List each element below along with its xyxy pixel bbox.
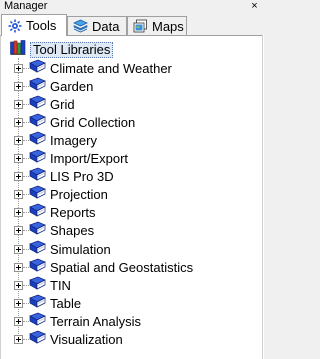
book-icon — [29, 221, 46, 240]
book-icon — [29, 258, 46, 277]
expand-plus-icon[interactable] — [14, 316, 23, 326]
expand-plus-icon[interactable] — [14, 298, 23, 308]
tab-maps[interactable]: Maps — [127, 16, 187, 35]
panel-edge — [262, 35, 264, 359]
tree-item-label: Import/Export — [50, 151, 129, 166]
tree-item[interactable]: Terrain Analysis — [14, 312, 141, 330]
book-icon — [29, 167, 46, 186]
tree-item-label: Terrain Analysis — [50, 313, 142, 329]
tree-item-label: Garden — [50, 78, 94, 94]
expand-plus-icon[interactable] — [14, 244, 23, 254]
book-icon — [29, 149, 46, 168]
tree-item[interactable]: TIN — [14, 276, 71, 294]
book-icon — [29, 95, 46, 114]
data-icon — [73, 19, 88, 33]
tab-maps-label: Maps — [152, 18, 184, 34]
expand-plus-icon[interactable] — [14, 335, 23, 344]
book-icon — [29, 77, 46, 96]
book-icon — [29, 185, 46, 204]
expand-plus-icon[interactable] — [14, 117, 23, 127]
tree-item-label: Visualization — [50, 332, 123, 347]
tree-item[interactable]: Garden — [14, 77, 93, 95]
tree-item[interactable]: Projection — [14, 185, 108, 204]
tree-item-label: TIN — [50, 277, 71, 293]
tree-root-label: Tool Libraries — [30, 42, 114, 58]
tools-icon — [8, 19, 22, 33]
tree-item-label: Climate and Weather — [50, 60, 172, 76]
expand-plus-icon[interactable] — [14, 135, 23, 145]
expand-plus-icon[interactable] — [14, 172, 23, 182]
close-button[interactable]: × — [249, 1, 260, 12]
tree-item[interactable]: Grid — [14, 95, 75, 113]
tree-item[interactable]: Table — [14, 294, 81, 312]
expand-plus-icon[interactable] — [14, 190, 23, 200]
expand-plus-icon[interactable] — [14, 208, 23, 218]
tree-item[interactable]: Shapes — [14, 222, 94, 240]
tree-item[interactable]: Reports — [14, 203, 96, 222]
book-icon — [29, 276, 46, 295]
tree-item-label: Grid — [50, 96, 75, 112]
tree-item[interactable]: Visualization — [14, 330, 123, 349]
library-books-icon — [10, 40, 26, 60]
expand-plus-icon[interactable] — [14, 154, 23, 163]
tree-item-label: Reports — [50, 205, 96, 221]
tree-item-label: Projection — [50, 187, 108, 203]
book-icon — [29, 294, 46, 313]
tab-data-label: Data — [92, 18, 120, 34]
expand-plus-icon[interactable] — [14, 99, 23, 109]
tree-item[interactable]: LIS Pro 3D — [14, 167, 114, 186]
expand-plus-icon[interactable] — [14, 262, 23, 272]
manager-panel: Manager × Tools Data Maps Tool Libraries… — [0, 0, 264, 359]
tree-item[interactable]: Imagery — [14, 131, 97, 149]
book-icon — [29, 330, 46, 349]
maps-icon — [133, 19, 148, 33]
tab-data[interactable]: Data — [67, 16, 127, 35]
book-icon — [29, 203, 46, 222]
tree-root-tool-libraries[interactable]: Tool Libraries — [10, 40, 114, 60]
tree-item[interactable]: Climate and Weather — [14, 59, 172, 77]
tab-tools-label: Tools — [26, 18, 57, 33]
expand-plus-icon[interactable] — [14, 63, 23, 73]
expand-plus-icon[interactable] — [14, 280, 23, 290]
book-icon — [29, 59, 46, 78]
tab-bar: Tools Data Maps — [0, 14, 264, 36]
tree-item-label: Table — [50, 295, 82, 311]
book-icon — [29, 131, 46, 150]
tree-item-label: Simulation — [50, 241, 111, 257]
tree-item-label: Imagery — [50, 132, 97, 148]
tree-item[interactable]: Simulation — [14, 240, 111, 258]
panel-title: Manager — [4, 0, 48, 12]
tree-item[interactable]: Grid Collection — [14, 113, 135, 131]
panel-titlebar: Manager × — [0, 0, 264, 14]
book-icon — [29, 113, 46, 132]
tree-item[interactable]: Spatial and Geostatistics — [14, 258, 193, 276]
tree-item-label: Spatial and Geostatistics — [50, 259, 194, 275]
expand-plus-icon[interactable] — [14, 81, 23, 91]
tab-tools[interactable]: Tools — [1, 14, 67, 36]
tree-item-label: Shapes — [50, 223, 95, 239]
book-icon — [29, 312, 46, 331]
book-icon — [29, 240, 46, 259]
tree-item-label: LIS Pro 3D — [50, 169, 114, 185]
expand-plus-icon[interactable] — [14, 226, 23, 236]
tree-item-label: Grid Collection — [50, 114, 136, 130]
tree-item[interactable]: Import/Export — [14, 149, 129, 168]
